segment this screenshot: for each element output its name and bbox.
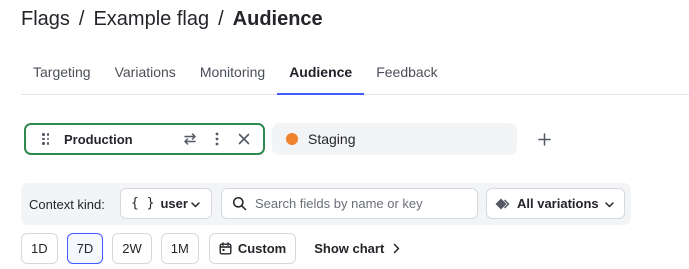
breadcrumb-item-flags[interactable]: Flags	[21, 8, 70, 31]
filter-bar: Context kind: { } user All variations	[21, 183, 631, 225]
tab-monitoring[interactable]: Monitoring	[188, 50, 277, 94]
plus-icon[interactable]	[533, 128, 555, 150]
environment-selector: Production Staging	[24, 123, 555, 155]
tab-audience[interactable]: Audience	[277, 50, 365, 95]
breadcrumb-separator: /	[218, 7, 224, 30]
search-field[interactable]	[221, 188, 478, 219]
close-icon[interactable]	[233, 128, 255, 150]
braces-icon: { }	[131, 196, 155, 211]
environment-name: Production	[64, 131, 133, 147]
calendar-icon	[219, 242, 232, 255]
environment-color-dot	[286, 133, 298, 145]
page-title: Audience	[232, 7, 323, 30]
range-1d-button[interactable]: 1D	[21, 233, 58, 264]
breadcrumb-separator: /	[78, 7, 85, 30]
environment-name: Staging	[308, 131, 356, 147]
tab-variations[interactable]: Variations	[103, 50, 188, 94]
time-range-selector: 1D 7D 2W 1M Custom Show chart	[21, 233, 400, 264]
custom-range-button[interactable]: Custom	[208, 233, 297, 264]
range-1m-button[interactable]: 1M	[160, 233, 199, 264]
swap-icon[interactable]	[179, 128, 201, 150]
show-chart-button[interactable]: Show chart	[314, 241, 400, 256]
context-kind-label: Context kind:	[29, 197, 105, 212]
chevron-right-icon	[392, 243, 400, 254]
environment-production[interactable]: Production	[24, 123, 265, 155]
range-2w-button[interactable]: 2W	[112, 233, 152, 264]
breadcrumb-item-example-flag[interactable]: Example flag	[93, 8, 209, 31]
show-chart-label: Show chart	[314, 241, 385, 256]
variations-value: All variations	[517, 196, 599, 211]
breadcrumb: Flags / Example flag / Audience	[21, 6, 323, 32]
chevron-down-icon	[604, 198, 615, 213]
tab-bar: Targeting Variations Monitoring Audience…	[21, 50, 689, 95]
variations-select[interactable]: All variations	[486, 188, 625, 219]
more-vertical-icon[interactable]	[206, 128, 228, 150]
context-kind-select[interactable]: { } user	[120, 188, 212, 219]
variation-diamond-icon	[495, 197, 511, 211]
context-kind-value: user	[160, 196, 188, 211]
environment-staging[interactable]: Staging	[272, 123, 517, 155]
drag-handle-icon[interactable]	[42, 133, 50, 145]
tab-targeting[interactable]: Targeting	[21, 50, 103, 94]
search-input[interactable]	[255, 196, 475, 211]
range-7d-button[interactable]: 7D	[66, 233, 104, 264]
custom-range-label: Custom	[237, 241, 287, 256]
tab-feedback[interactable]: Feedback	[364, 50, 449, 94]
search-icon	[232, 196, 247, 211]
chevron-down-icon	[190, 198, 201, 213]
